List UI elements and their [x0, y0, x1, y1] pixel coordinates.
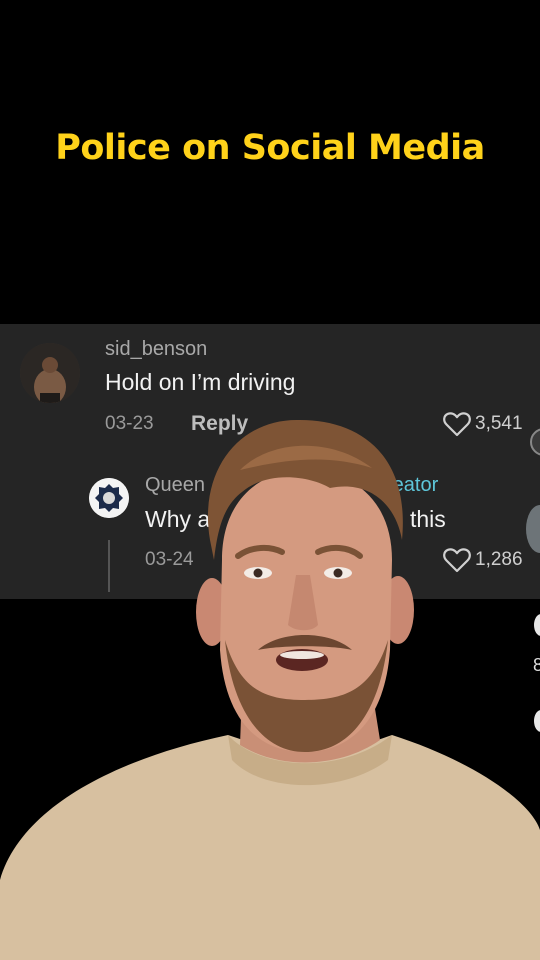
presenter	[0, 419, 540, 960]
